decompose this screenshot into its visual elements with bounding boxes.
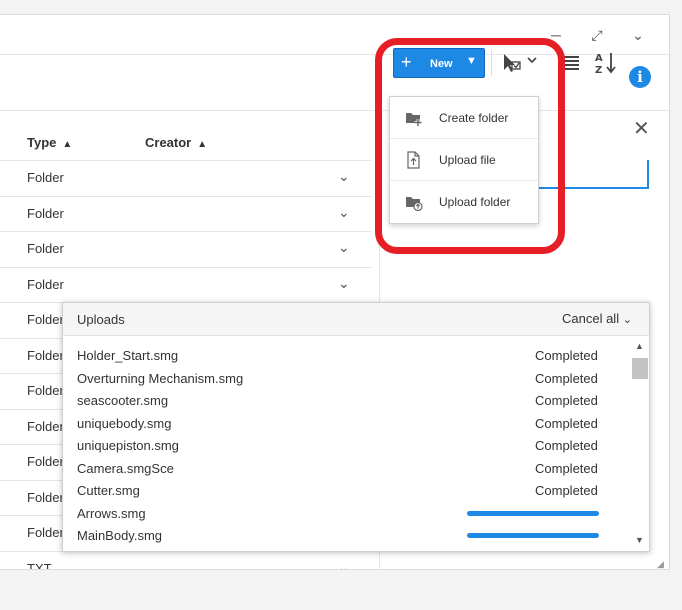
upload-status: Completed [535,460,598,476]
row-type: Folder [27,489,64,505]
column-header-creator[interactable]: Creator ▲ [145,135,207,150]
list-item: Camera.smgSce Completed [63,456,629,479]
row-type: Folder [27,525,64,540]
chevron-down-icon[interactable]: ⌄ [338,204,350,221]
caret-down-icon: ▼ [466,55,477,67]
list-view-icon[interactable] [561,50,581,76]
menu-item-upload-file[interactable]: Upload file [390,139,538,181]
resize-grip-icon[interactable]: ◢ [657,559,664,570]
maximize-icon[interactable]: ⤢ [587,25,607,45]
upload-name: Holder_Start.smg [77,348,179,363]
plus-icon: + [401,52,412,72]
list-item: Overturning Mechanism.smg Completed [63,366,629,389]
toolbar-separator [491,50,492,76]
uploads-list: Holder_Start.smg Completed Overturning Me… [63,343,629,548]
svg-text:Z: Z [595,65,602,76]
menu-item-create-folder[interactable]: Create folder [390,97,538,139]
uploads-panel: Uploads Cancel all ⌄ Holder_Start.smg Com… [62,302,650,552]
uploads-header: Uploads Cancel all ⌄ [63,303,649,336]
upload-status: Completed [535,393,598,408]
list-item: MainBody.smg [63,523,629,546]
upload-file-icon [405,151,423,169]
uploads-title: Uploads [77,312,125,327]
details-accent [647,160,649,189]
chevron-down-icon[interactable]: ⌄ [338,168,350,185]
scroll-down-icon[interactable]: ▼ [635,535,644,545]
cancel-all-label: Cancel all [562,311,620,326]
row-type: Folder [27,383,64,398]
row-type: TXT [27,560,52,570]
upload-name: Overturning Mechanism.smg [77,370,244,386]
row-type: Folder [27,170,64,185]
chevron-down-icon: ⌄ [622,314,632,326]
row-type: Folder [27,276,64,292]
close-icon[interactable]: ✕ [633,116,650,141]
scroll-thumb[interactable] [632,358,648,379]
row-type: Folder [27,312,64,327]
table-row[interactable]: Folder ⌄ [0,266,371,303]
scroll-up-icon[interactable]: ▲ [635,341,644,351]
upload-progress-bar [467,533,599,538]
new-button[interactable]: + New ▼ [393,48,485,78]
upload-name: uniquebody.smg [77,415,172,431]
chevron-down-icon[interactable]: ⌄ [338,239,350,256]
chevron-down-icon[interactable]: ⌄ [338,559,350,570]
select-icon[interactable] [500,50,540,76]
row-type: Folder [27,454,64,469]
column-header-type-label: Type [27,135,57,150]
menu-item-label: Upload file [439,153,496,167]
sort-icon[interactable]: A Z [593,50,619,76]
menu-item-upload-folder[interactable]: Upload folder [390,181,538,223]
row-type: Folder [27,347,64,363]
uploads-scrollbar[interactable]: ▲ ▼ [631,339,648,549]
info-icon[interactable]: i [629,66,651,88]
list-item: Holder_Start.smg Completed [63,343,629,366]
list-item: Arrows.smg [63,501,629,524]
table-row[interactable]: Folder ⌄ [0,160,371,196]
upload-name: Cutter.smg [77,483,140,498]
upload-name: Camera.smgSce [77,460,174,476]
list-item: seascooter.smg Completed [63,388,629,411]
chevron-down-icon[interactable]: ⌄ [628,25,648,45]
list-item: uniquebody.smg Completed [63,411,629,434]
table-row[interactable]: Folder ⌄ [0,195,371,232]
window-bar: ─ ⤢ ⌄ [0,15,669,55]
row-type: Folder [27,418,64,434]
upload-status: Completed [535,370,598,386]
upload-progress-bar [467,510,599,516]
row-type: Folder [27,205,64,221]
row-type: Folder [27,241,64,256]
column-header-creator-label: Creator [145,135,192,150]
cancel-all-button[interactable]: Cancel all ⌄ [562,311,632,326]
table-row[interactable]: Folder ⌄ [0,231,371,267]
chevron-down-icon[interactable]: ⌄ [338,275,350,292]
table-row[interactable]: TXT ⌄ [0,550,371,570]
minimize-icon[interactable]: ─ [546,25,566,45]
upload-status: Completed [535,483,598,498]
upload-folder-icon [405,193,423,212]
sort-asc-icon: ▲ [197,139,208,150]
upload-name: uniquepiston.smg [77,438,179,453]
upload-status: Completed [535,438,598,453]
upload-status: Completed [535,415,598,431]
list-item: Cutter.smg Completed [63,478,629,501]
menu-item-label: Create folder [439,111,509,125]
sort-asc-icon: ▲ [62,139,73,150]
column-header-type[interactable]: Type ▲ [27,135,72,150]
upload-name: MainBody.smg [77,528,163,543]
new-button-label: New [430,58,453,70]
details-underline [535,187,649,189]
list-item: uniquepiston.smg Completed [63,433,629,456]
menu-item-label: Upload folder [439,195,511,209]
create-folder-icon [405,109,423,127]
new-dropdown-menu: Create folder Upload file Upload folder [389,96,539,224]
svg-text:A: A [595,53,603,64]
upload-name: seascooter.smg [77,393,169,408]
upload-name: Arrows.smg [77,505,146,521]
upload-status: Completed [535,348,598,363]
